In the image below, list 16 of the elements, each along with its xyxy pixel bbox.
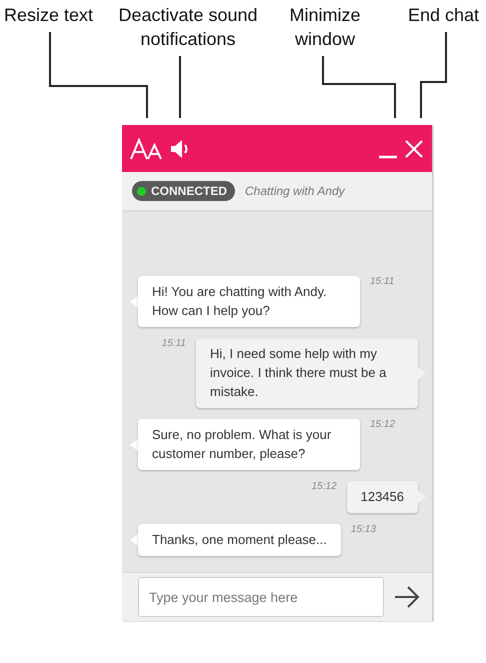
leader-line xyxy=(179,56,181,118)
status-badge: CONNECTED xyxy=(132,181,236,201)
message-time: 15:11 xyxy=(162,338,186,349)
text-size-icon[interactable] xyxy=(130,138,164,160)
annotation-label: Deactivate sound notifications xyxy=(117,4,259,51)
message-time: 15:12 xyxy=(370,419,396,430)
message-input[interactable]: Type your message here xyxy=(138,577,384,617)
send-arrow-icon[interactable] xyxy=(394,586,420,608)
annotation-label: End chat xyxy=(408,4,480,27)
annotation-label: Resize text xyxy=(4,4,94,27)
chat-subtitle: Chatting with Andy xyxy=(245,184,345,198)
message-time: 15:13 xyxy=(350,524,376,535)
close-icon[interactable] xyxy=(404,138,424,158)
message-time: 15:11 xyxy=(370,276,394,287)
annotation-label: Minimize window xyxy=(288,4,362,51)
message-time: 15:12 xyxy=(312,481,337,492)
